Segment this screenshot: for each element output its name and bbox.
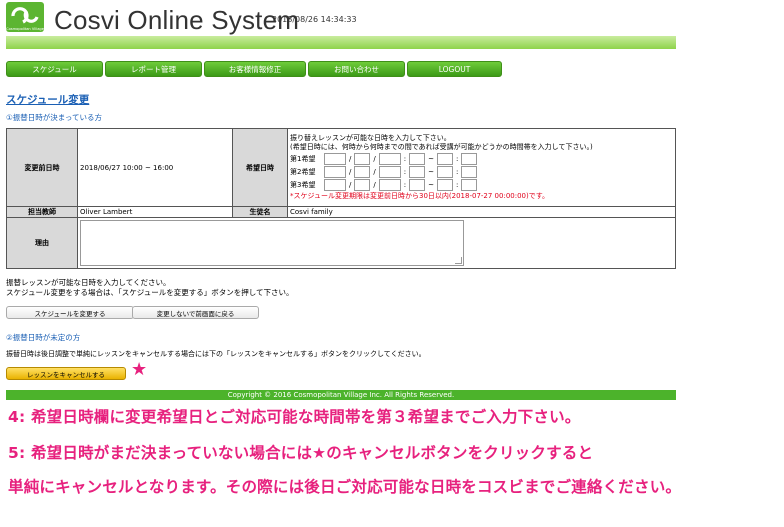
nav-customer-info[interactable]: お客様情報修正	[204, 61, 306, 77]
start-minute-input[interactable]	[409, 166, 426, 179]
reason-cell	[77, 217, 676, 269]
end-minute-input[interactable]	[461, 153, 478, 166]
reason-label: 理由	[6, 217, 78, 269]
wish-note-1: 振り替えレッスンが可能な日時を入力して下さい。	[290, 133, 451, 142]
resize-handle-icon[interactable]	[455, 257, 462, 264]
wish-row-label: 第3希望	[290, 181, 316, 190]
annotation-step-5-cont: 単純にキャンセルとなります。その際には後日ご対応可能な日時をコスビまでご連絡くだ…	[8, 478, 682, 496]
nav-schedule[interactable]: スケジュール	[6, 61, 103, 77]
timestamp: 2018/08/26 14:34:33	[272, 15, 357, 24]
back-without-change-button[interactable]: 変更しないで前画面に戻る	[132, 306, 259, 319]
change-help-text: 振替レッスンが可能な日時を入力してください。 スケジュール変更をする場合は、「ス…	[6, 278, 293, 298]
teacher-value: Oliver Lambert	[77, 206, 233, 218]
help-line-2: スケジュール変更をする場合は、「スケジュールを変更する」ボタンを押して下さい。	[6, 288, 294, 297]
start-minute-input[interactable]	[409, 179, 426, 192]
nav-report[interactable]: レポート管理	[105, 61, 202, 77]
wish-note-2: (希望日時には、何時から何時までの間であれば受講が可能かどうかの時間帯を入力して…	[290, 143, 593, 152]
end-hour-input[interactable]	[436, 166, 453, 179]
end-hour-input[interactable]	[436, 153, 453, 166]
day-input[interactable]	[354, 153, 371, 166]
section-fixed-date-title: ①振替日時が決まっている方	[6, 113, 103, 122]
annotation-step-5: 5: 希望日時がまだ決まっていない場合には★のキャンセルボタンをクリックすると	[8, 444, 594, 462]
section-undecided-date-title: ②振替日時が未定の方	[6, 333, 81, 342]
wish-row-3: 第3希望 / / : ~ :	[290, 179, 673, 192]
app-title: Cosvi Online System	[54, 5, 300, 35]
annotation-step-4: 4: 希望日時欄に変更希望日とご対応可能な時間帯を第３希望までご入力下さい。	[8, 408, 581, 426]
teacher-label: 担当教師	[6, 206, 78, 218]
nav-contact[interactable]: お問い合わせ	[308, 61, 405, 77]
end-minute-input[interactable]	[461, 166, 478, 179]
main-nav: スケジュール レポート管理 お客様情報修正 お問い合わせ LOGOUT	[6, 61, 502, 77]
month-input[interactable]	[324, 166, 346, 179]
month-input[interactable]	[324, 179, 346, 192]
header-bar	[6, 36, 676, 49]
page-title: スケジュール変更	[6, 94, 90, 106]
nav-logout[interactable]: LOGOUT	[407, 61, 502, 77]
wish-datetime-cell: 振り替えレッスンが可能な日時を入力して下さい。 (希望日時には、何時から何時まで…	[287, 128, 676, 207]
cancel-help-text: 振替日時は後日調整で単純にレッスンをキャンセルする場合には下の「レッスンをキャン…	[6, 350, 426, 358]
cosvi-logo: Cosmopolitan Village	[6, 2, 44, 32]
student-value: Cosvi family	[287, 206, 676, 218]
start-hour-input[interactable]	[378, 166, 401, 179]
wish-row-label: 第1希望	[290, 155, 316, 164]
deadline-note: *スケジュール変更期限は変更前日時から30日以内(2018-07-27 00:0…	[290, 191, 550, 200]
wish-row-2: 第2希望 / / : ~ :	[290, 166, 673, 179]
wish-row-1: 第1希望 / / : ~ :	[290, 153, 673, 166]
start-minute-input[interactable]	[409, 153, 426, 166]
start-hour-input[interactable]	[378, 153, 401, 166]
end-hour-input[interactable]	[436, 179, 453, 192]
before-datetime-label: 変更前日時	[6, 128, 78, 207]
schedule-change-table: 変更前日時 2018/06/27 10:00 ~ 16:00 希望日時 振り替え…	[6, 128, 676, 269]
cancel-lesson-button[interactable]: レッスンをキャンセルする	[6, 367, 126, 380]
day-input[interactable]	[354, 166, 371, 179]
month-input[interactable]	[324, 153, 346, 166]
star-icon: ★	[131, 359, 148, 380]
wish-row-label: 第2希望	[290, 168, 316, 177]
help-line-1: 振替レッスンが可能な日時を入力してください。	[6, 278, 171, 287]
before-datetime-value: 2018/06/27 10:00 ~ 16:00	[77, 128, 233, 207]
change-schedule-button[interactable]: スケジュールを変更する	[6, 306, 134, 319]
svg-text:Cosmopolitan Village: Cosmopolitan Village	[6, 27, 44, 31]
end-minute-input[interactable]	[461, 179, 478, 192]
start-hour-input[interactable]	[378, 179, 401, 192]
student-label: 生徒名	[232, 206, 288, 218]
wish-datetime-label: 希望日時	[232, 128, 288, 207]
day-input[interactable]	[354, 179, 371, 192]
footer-copyright: Copyright © 2016 Cosmopolitan Village In…	[6, 390, 676, 400]
reason-textarea[interactable]	[80, 220, 464, 266]
